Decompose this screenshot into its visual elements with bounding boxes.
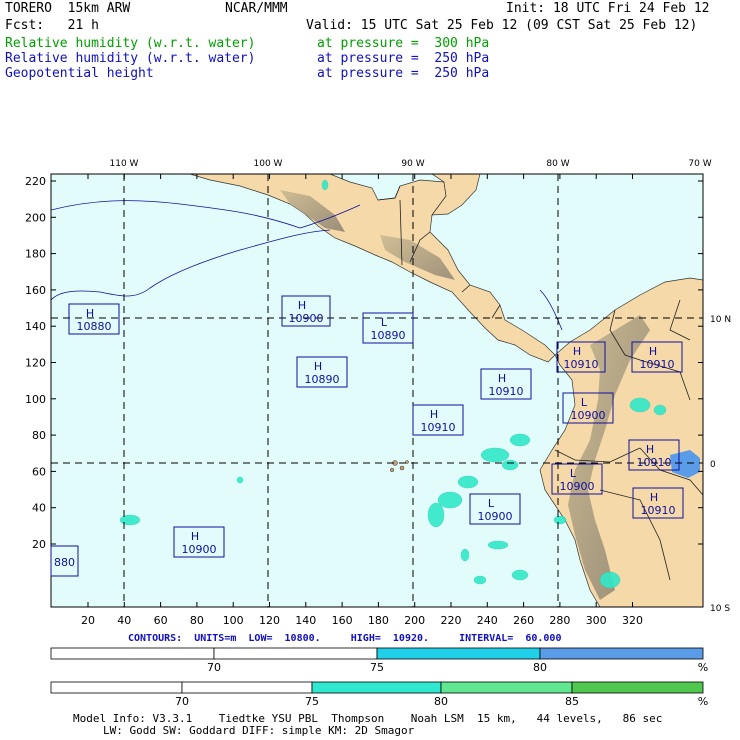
center-value: 10910	[421, 421, 456, 434]
y-tick-label: 200	[25, 211, 46, 224]
x-tick-label: 220	[441, 614, 462, 627]
center-type: H	[649, 345, 657, 358]
colorbar-unit: %	[698, 695, 708, 708]
y-tick-label: 20	[32, 538, 46, 551]
center-value: 10900	[560, 480, 595, 493]
center-type: L	[488, 497, 495, 510]
center-type: H	[573, 345, 581, 358]
y-tick-label: 220	[25, 175, 46, 188]
x-tick-label: 300	[586, 614, 607, 627]
colorbar-unit: %	[698, 661, 708, 674]
colorbar-label: 70	[175, 695, 189, 708]
x-tick-label: 280	[549, 614, 570, 627]
weather-map: 220 200 180 160 140 120 100 80 60 40 20 20 40 60 80 10…	[25, 159, 731, 708]
center-type: H	[650, 491, 658, 504]
colorbar-label: 80	[434, 695, 448, 708]
center-value: 10890	[371, 329, 406, 342]
x-tick-label: 240	[477, 614, 498, 627]
center-value: 10890	[305, 373, 340, 386]
x-tick-label: 20	[81, 614, 95, 627]
model-info-line-2: LW: Godd SW: Goddard DIFF: simple KM: 2D…	[103, 724, 415, 737]
center-type: L	[381, 316, 388, 329]
center-type: L	[570, 467, 577, 480]
center-value: 10910	[641, 504, 676, 517]
center-value: 10900	[478, 510, 513, 523]
x-tick-label: 180	[368, 614, 389, 627]
longitude-label: 110 W	[110, 159, 139, 169]
center-value: 10900	[289, 312, 324, 325]
y-tick-label: 140	[25, 320, 46, 333]
longitude-labels: 110 W 100 W 90 W 80 W 70 W	[110, 159, 712, 169]
center-type: H	[86, 307, 94, 320]
x-tick-label: 260	[513, 614, 534, 627]
y-tick-label: 40	[32, 502, 46, 515]
center-type: H	[191, 530, 199, 543]
y-tick-label: 60	[32, 465, 46, 478]
x-tick-label: 100	[223, 614, 244, 627]
colorbar-rh-250: 70 75 80%	[50, 647, 708, 674]
center-value: 880	[54, 556, 75, 569]
center-value: 10910	[489, 385, 524, 398]
colorbar-segment	[181, 681, 313, 694]
longitude-label: 70 W	[688, 159, 711, 169]
latitude-label: 10 S	[710, 604, 730, 614]
colorbar-label: 85	[565, 695, 579, 708]
latitude-labels: 10 N 0 10 S	[710, 315, 731, 614]
center-value: 10880	[77, 320, 112, 333]
longitude-label: 100 W	[254, 159, 283, 169]
x-tick-label: 140	[295, 614, 316, 627]
center-type: L	[581, 396, 588, 409]
latitude-label: 0	[710, 460, 716, 470]
center-value: 10900	[182, 543, 217, 556]
y-tick-label: 160	[25, 284, 46, 297]
colorbar-segment	[571, 681, 704, 694]
center-type: H	[646, 443, 654, 456]
latitude-label: 10 N	[710, 315, 731, 325]
x-tick-label: 40	[117, 614, 131, 627]
colorbar-rh-300: 70 75 80 85%	[50, 681, 708, 708]
center-value: 10900	[571, 409, 606, 422]
center-type: H	[314, 360, 322, 373]
center-value: 10910	[640, 358, 675, 371]
center-value: 10910	[637, 456, 672, 469]
center-type: H	[298, 299, 306, 312]
x-tick-label: 200	[404, 614, 425, 627]
longitude-label: 80 W	[546, 159, 569, 169]
colorbar-label: 75	[370, 661, 384, 674]
x-tick-label: 80	[190, 614, 204, 627]
colorbar-segment	[213, 647, 378, 660]
center-type: H	[498, 372, 506, 385]
y-tick-label: 80	[32, 429, 46, 442]
colorbar-segment	[539, 647, 704, 660]
longitude-label: 90 W	[401, 159, 424, 169]
colorbar-segment	[50, 681, 183, 694]
y-tick-label: 100	[25, 393, 46, 406]
colorbar-segment	[376, 647, 541, 660]
colorbar-label: 70	[207, 661, 221, 674]
x-tick-label: 160	[332, 614, 353, 627]
center-type: H	[430, 408, 438, 421]
colorbar-label: 80	[533, 661, 547, 674]
y-tick-label: 120	[25, 357, 46, 370]
x-tick-label: 120	[259, 614, 280, 627]
x-tick-label: 60	[154, 614, 168, 627]
contour-info: CONTOURS: UNITS=m LOW= 10800. HIGH= 1092…	[128, 633, 562, 644]
colorbar-segment	[311, 681, 442, 694]
center-value: 10910	[564, 358, 599, 371]
colorbar-segment	[50, 647, 215, 660]
x-tick-label: 320	[622, 614, 643, 627]
colorbar-segment	[440, 681, 573, 694]
y-tick-label: 180	[25, 248, 46, 261]
colorbar-label: 75	[305, 695, 319, 708]
